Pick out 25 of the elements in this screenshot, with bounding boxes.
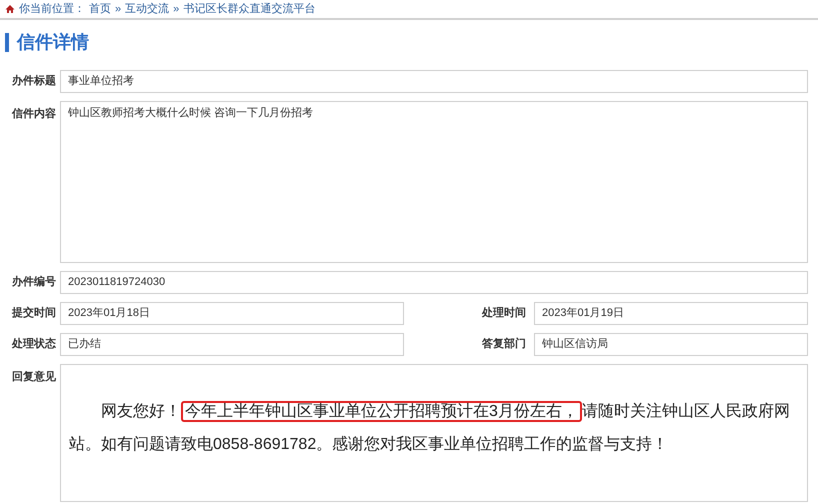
breadcrumb-link[interactable]: 互动交流	[125, 0, 170, 18]
field-label: 信件内容	[12, 108, 56, 120]
field-label: 答复部门	[482, 336, 526, 352]
title-bar-accent	[5, 32, 9, 52]
field-value: 2023年01月19日	[534, 302, 808, 325]
breadcrumb-link[interactable]: 书记区长群众直通交流平台	[183, 0, 316, 18]
field-label: 办件编号	[12, 274, 56, 290]
breadcrumb-separator: »	[115, 2, 122, 17]
field-value: 2023011819724030	[60, 271, 808, 294]
field-label: 处理状态	[12, 336, 56, 352]
breadcrumb-link[interactable]: 首页	[89, 0, 111, 18]
field-value: 2023年01月18日	[60, 302, 404, 325]
field-label: 办件标题	[12, 74, 56, 90]
field-value: 事业单位招考	[60, 70, 808, 93]
field-label: 处理时间	[482, 306, 526, 322]
content-box: 钟山区教师招考大概什么时候 咨询一下几月份招考	[60, 101, 808, 263]
field-label: 回复意见	[12, 371, 56, 383]
field-label: 提交时间	[12, 306, 56, 322]
field-value: 钟山区信访局	[534, 333, 808, 356]
breadcrumb-separator: »	[173, 2, 180, 17]
page-title: 信件详情	[17, 30, 89, 54]
reply-text: 网友您好！ 今年上半年钟山区事业单位公开招聘预计在3月份左右， 请随时关注钟山区人民政府网站。如有问题请致电0858-8691782。感谢您对我区事业单位招聘工作的监督与支持！	[69, 400, 791, 455]
field-value: 已办结	[60, 333, 404, 356]
home-icon	[5, 4, 15, 14]
breadcrumb-label: 你当前位置：	[19, 2, 85, 17]
